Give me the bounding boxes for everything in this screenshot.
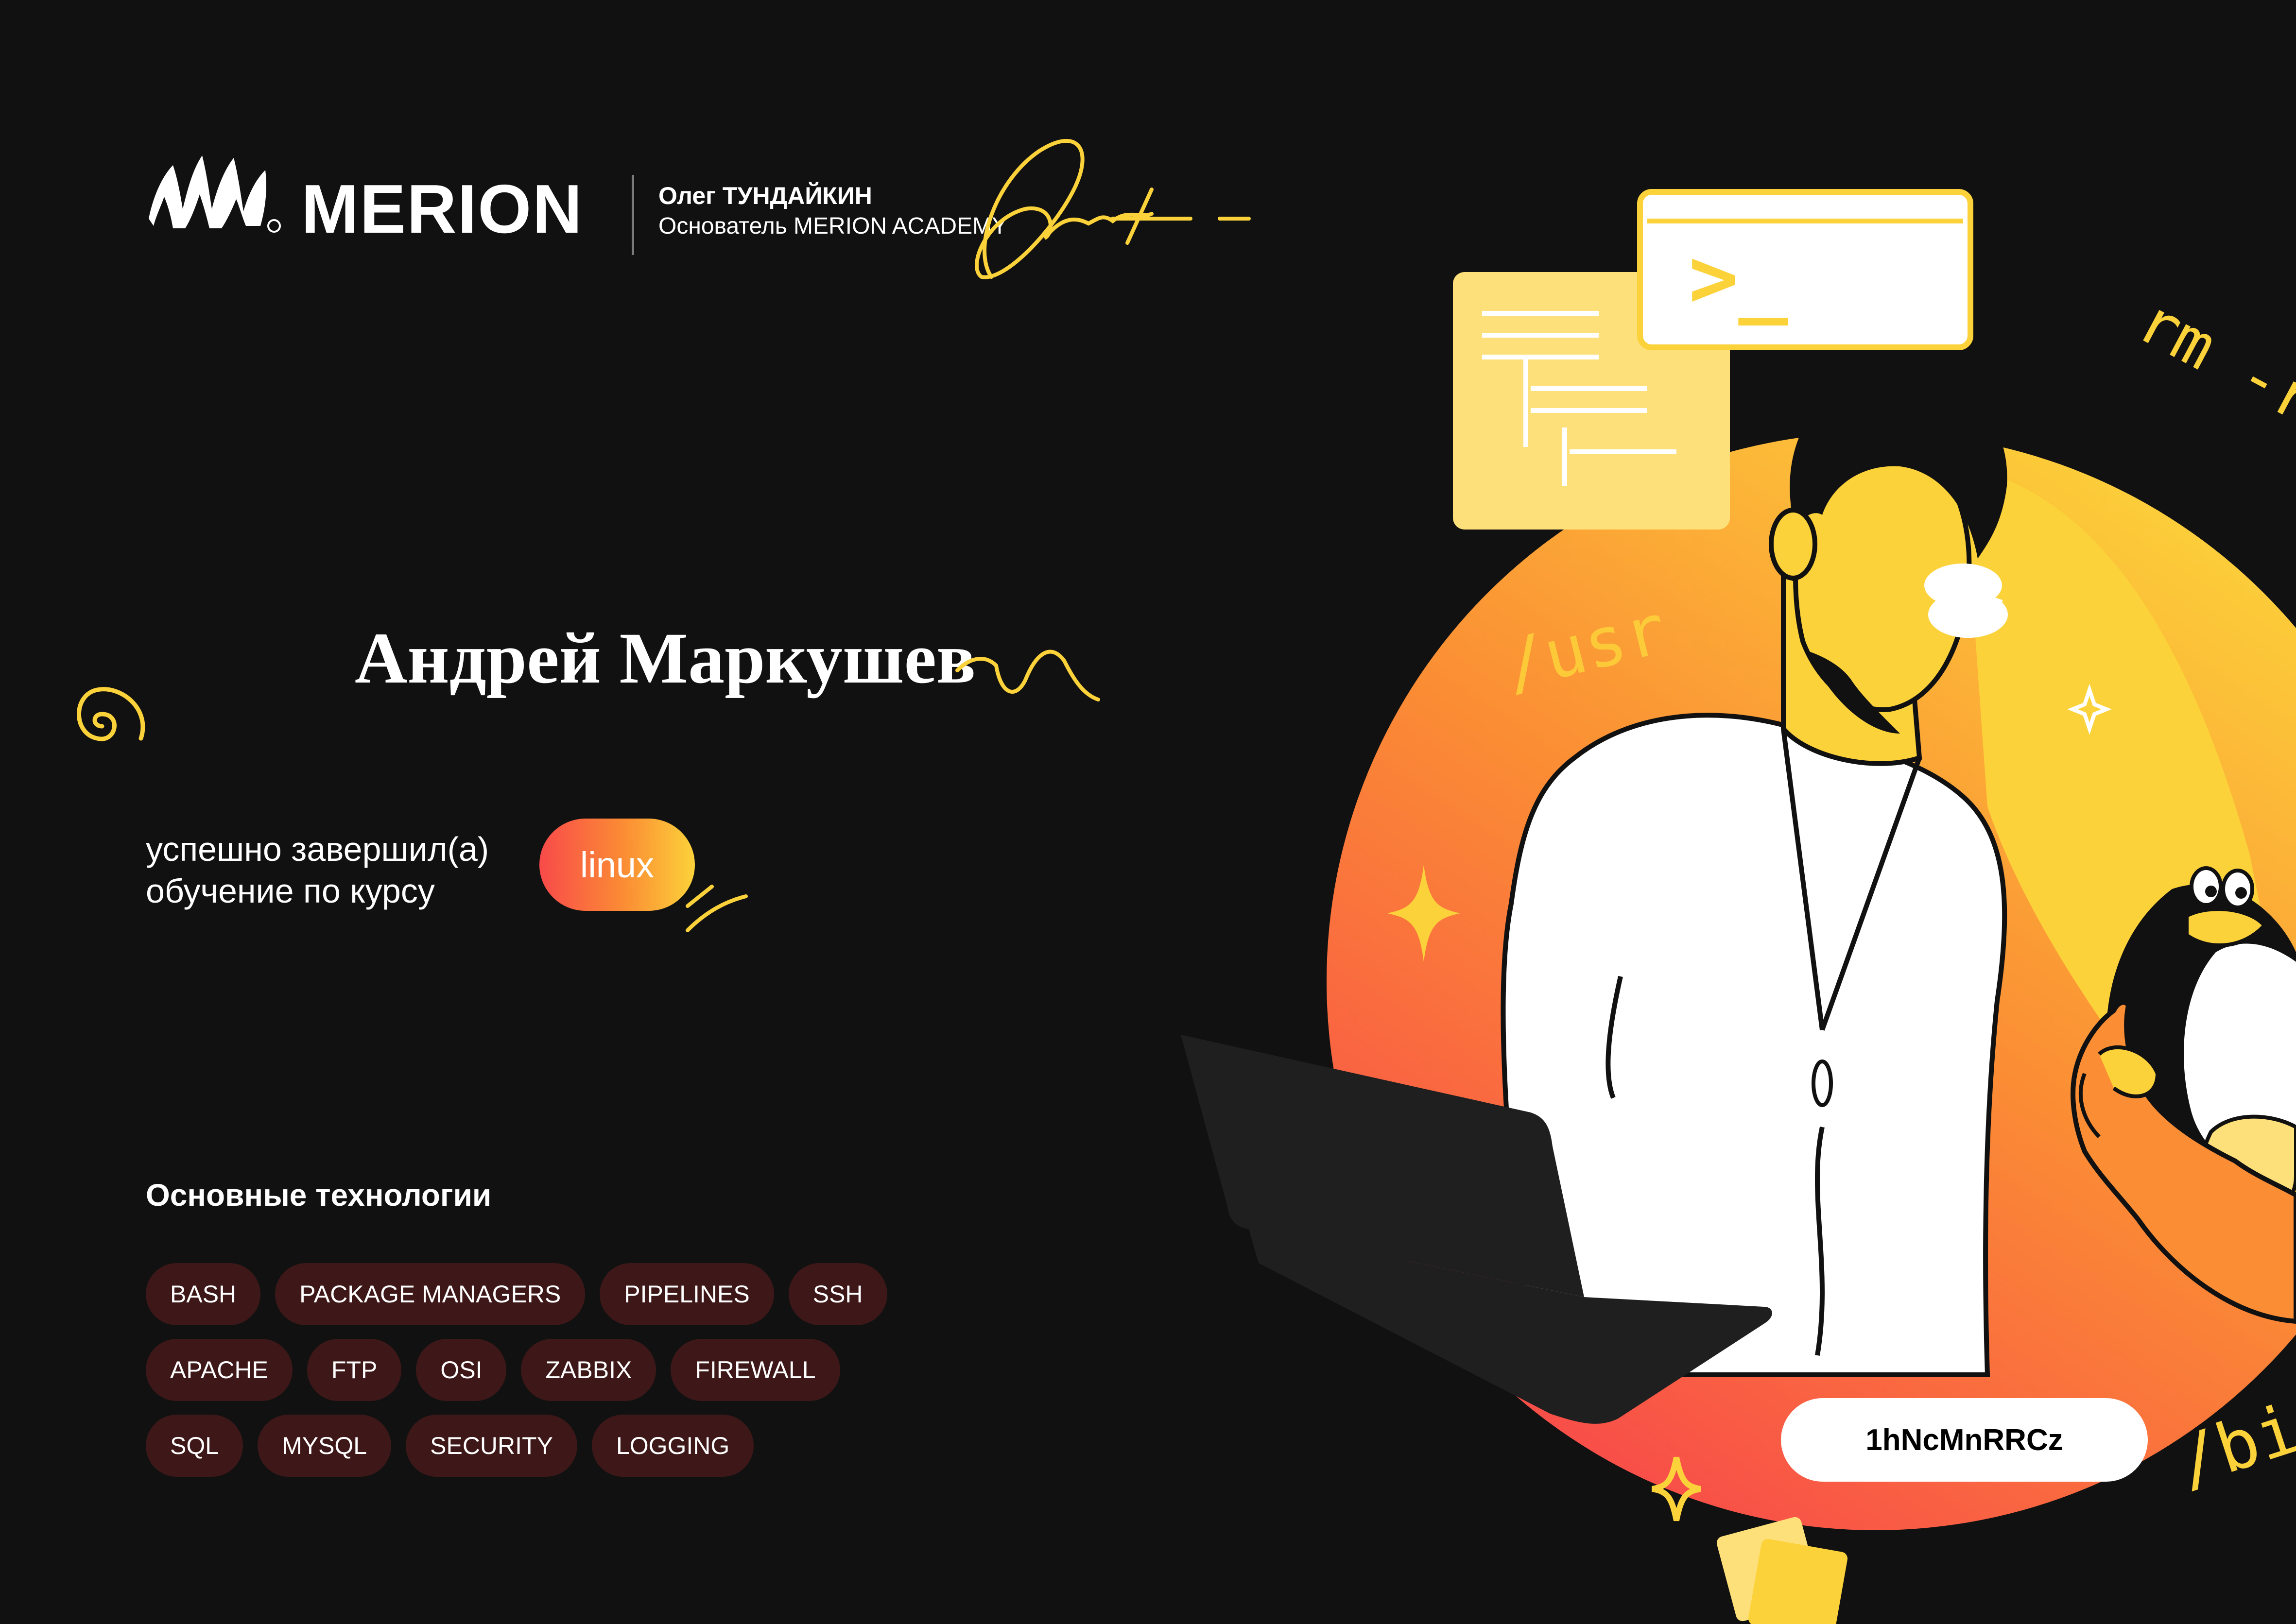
tech-chip: FIREWALL [671, 1339, 840, 1401]
tech-chip: FTP [307, 1339, 402, 1401]
header-divider [632, 175, 634, 255]
chip-row-1: BASH PACKAGE MANAGERS PIPELINES SSH [146, 1263, 972, 1325]
founder-role: Основатель MERION ACADEMY [658, 213, 1008, 239]
certificate-id: 1hNcMnRRCz [1781, 1398, 2148, 1482]
technologies-heading: Основные технологии [146, 1178, 492, 1213]
tech-chip: SQL [146, 1415, 243, 1477]
tech-chip: SECURITY [406, 1415, 577, 1477]
tech-chip: SSH [788, 1263, 887, 1325]
tech-chip: PIPELINES [600, 1263, 774, 1325]
squiggle-icon [955, 650, 1100, 701]
tech-chip: OSI [416, 1339, 507, 1401]
cards-icon [1716, 1517, 1848, 1624]
accent-dashes-icon [686, 885, 748, 932]
tech-chip: LOGGING [591, 1415, 754, 1477]
course-line-2: обучение по курсу [146, 872, 435, 910]
tech-chip: BASH [146, 1263, 261, 1325]
tech-chip: PACKAGE MANAGERS [275, 1263, 586, 1325]
tech-chip: ZABBIX [521, 1339, 656, 1401]
chip-row-3: SQL MYSQL SECURITY LOGGING [146, 1415, 972, 1477]
tag-rm: rm -rf [2126, 283, 2296, 456]
technology-chips: BASH PACKAGE MANAGERS PIPELINES SSH APAC… [146, 1263, 972, 1490]
terminal-window-icon: >_ [1637, 189, 1973, 350]
terminal-prompt: >_ [1689, 230, 1788, 326]
tech-chip: APACHE [146, 1339, 293, 1401]
tech-chip: MYSQL [258, 1415, 392, 1477]
swirl-icon [77, 687, 145, 741]
founder-name: Олег ТУНДАЙКИН [658, 182, 872, 209]
course-line-1: успешно завершил(а) [146, 830, 489, 868]
merion-logo-icon [149, 155, 281, 233]
brand-name: MERION [301, 171, 583, 248]
course-description: успешно завершил(а) обучение по курсу [146, 828, 489, 912]
student-name: Андрей Маркушев [355, 618, 976, 699]
course-badge: linux [539, 819, 695, 911]
chip-row-2: APACHE FTP OSI ZABBIX FIREWALL [146, 1339, 972, 1401]
